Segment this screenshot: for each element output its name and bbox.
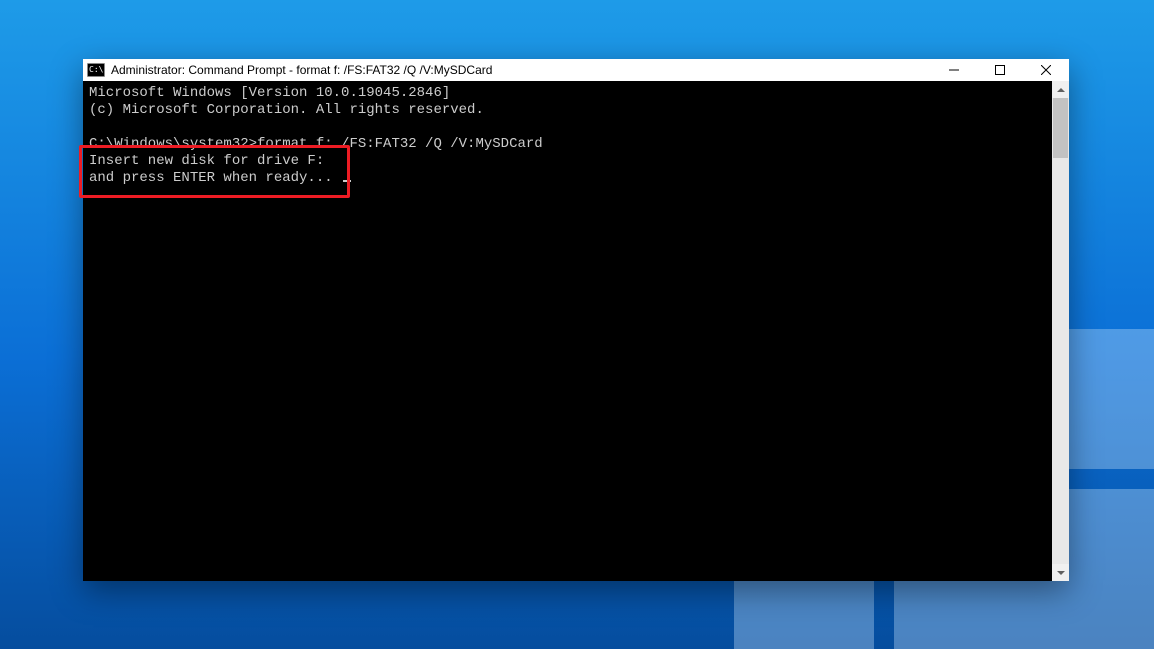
- maximize-icon: [995, 65, 1005, 75]
- close-icon: [1041, 65, 1051, 75]
- command-prompt-window: Administrator: Command Prompt - format f…: [83, 59, 1069, 581]
- minimize-icon: [949, 65, 959, 75]
- maximize-button[interactable]: [977, 59, 1023, 81]
- desktop-background: Administrator: Command Prompt - format f…: [0, 0, 1154, 649]
- titlebar[interactable]: Administrator: Command Prompt - format f…: [83, 59, 1069, 82]
- close-button[interactable]: [1023, 59, 1069, 81]
- chevron-up-icon: [1057, 86, 1065, 94]
- chevron-down-icon: [1057, 569, 1065, 577]
- console-area[interactable]: Microsoft Windows [Version 10.0.19045.28…: [83, 81, 1052, 581]
- minimize-button[interactable]: [931, 59, 977, 81]
- console-output: Microsoft Windows [Version 10.0.19045.28…: [83, 81, 1052, 191]
- scroll-thumb[interactable]: [1053, 98, 1068, 158]
- scroll-track[interactable]: [1052, 98, 1069, 564]
- scroll-up-button[interactable]: [1052, 81, 1069, 98]
- text-cursor: [343, 180, 351, 182]
- scroll-down-button[interactable]: [1052, 564, 1069, 581]
- window-title: Administrator: Command Prompt - format f…: [111, 63, 492, 77]
- cmd-icon: [87, 63, 105, 77]
- vertical-scrollbar[interactable]: [1052, 81, 1069, 581]
